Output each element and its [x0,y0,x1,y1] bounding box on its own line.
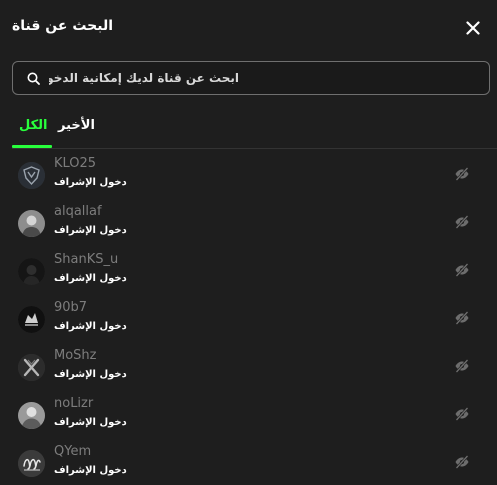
tab-recent[interactable]: الأخير [58,118,95,133]
channel-name: QYem [54,444,92,459]
hide-channel-button[interactable] [453,454,471,470]
eye-slash-icon [455,215,469,229]
hide-channel-button[interactable] [453,214,471,230]
channel-search-panel: البحث عن قناة الكل الأخير [0,0,497,485]
hide-channel-button[interactable] [453,166,471,182]
avatar [18,402,45,429]
eye-slash-icon [455,311,469,325]
list-item[interactable]: 90b7 دخول الإشراف [0,295,497,343]
close-button[interactable] [463,18,483,38]
list-item[interactable]: KLO25 دخول الإشراف [0,151,497,199]
hide-channel-button[interactable] [453,310,471,326]
channel-name: MoShz [54,348,97,363]
panel-title: البحث عن قناة [12,18,113,34]
list-item[interactable]: noLizr دخول الإشراف [0,391,497,439]
active-tab-indicator [12,145,52,148]
tab-bar: الكل الأخير [12,112,497,149]
search-icon [25,70,41,86]
hide-channel-button[interactable] [453,406,471,422]
search-input[interactable] [49,71,239,85]
list-item[interactable]: ShanKS_u دخول الإشراف [0,247,497,295]
mod-access-label: دخول الإشراف [54,417,127,428]
channel-name: KLO25 [54,156,97,171]
eye-slash-icon [455,407,469,421]
avatar [18,450,45,477]
avatar [18,306,45,333]
close-icon [466,21,480,35]
list-item[interactable]: QYem دخول الإشراف [0,439,497,485]
channel-name: 90b7 [54,300,88,315]
list-item[interactable]: alqallaf دخول الإشراف [0,199,497,247]
mod-access-label: دخول الإشراف [54,321,127,332]
eye-slash-icon [455,167,469,181]
tab-all[interactable]: الكل [19,118,48,133]
channel-name: alqallaf [54,204,102,219]
mod-access-label: دخول الإشراف [54,465,127,476]
mod-access-label: دخول الإشراف [54,177,127,188]
mod-access-label: دخول الإشراف [54,225,127,236]
avatar [18,162,45,189]
channel-name: ShanKS_u [54,252,119,267]
hide-channel-button[interactable] [453,262,471,278]
avatar [18,210,45,237]
mod-access-label: دخول الإشراف [54,369,127,380]
avatar [18,258,45,285]
mod-access-label: دخول الإشراف [54,273,127,284]
list-item[interactable]: MoShz دخول الإشراف [0,343,497,391]
hide-channel-button[interactable] [453,358,471,374]
channel-name: noLizr [54,396,94,411]
search-box[interactable] [12,61,490,95]
avatar [18,354,45,381]
header: البحث عن قناة [0,0,497,58]
eye-slash-icon [455,359,469,373]
channel-list: KLO25 دخول الإشراف alqallaf دخول الإشراف… [0,151,497,485]
eye-slash-icon [455,263,469,277]
eye-slash-icon [455,455,469,469]
